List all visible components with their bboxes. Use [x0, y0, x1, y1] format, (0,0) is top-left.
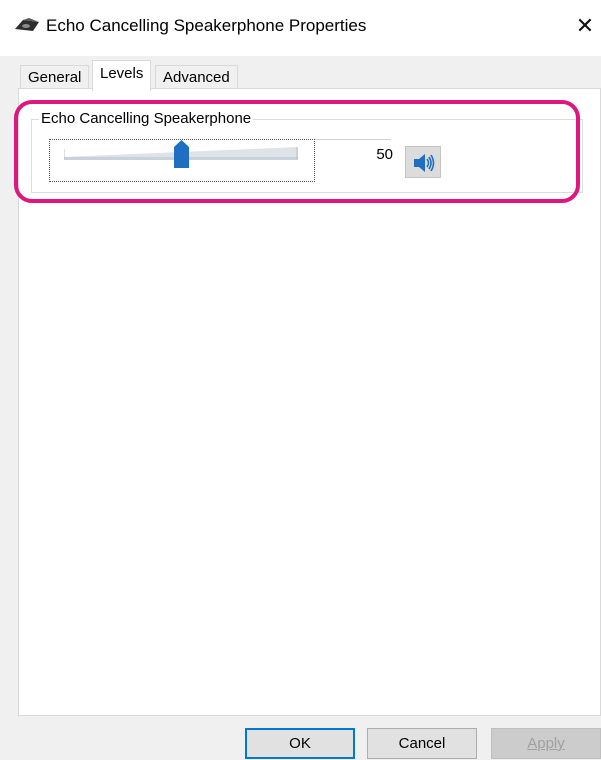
- cancel-button[interactable]: Cancel: [367, 728, 477, 759]
- tab-general[interactable]: General: [20, 65, 90, 90]
- title-bar: Echo Cancelling Speakerphone Properties …: [0, 0, 601, 56]
- apply-label: Apply: [527, 735, 565, 752]
- group-label: Echo Cancelling Speakerphone: [39, 110, 254, 127]
- close-icon: ✕: [575, 13, 595, 38]
- dialog-client: General Levels Advanced Echo Cancelling …: [0, 56, 601, 760]
- window-title: Echo Cancelling Speakerphone Properties: [46, 16, 367, 35]
- tab-levels[interactable]: Levels: [92, 60, 152, 91]
- close-button[interactable]: ✕: [572, 12, 598, 40]
- tab-advanced[interactable]: Advanced: [155, 65, 238, 90]
- speakerphone-icon: [15, 18, 39, 31]
- speaker-volume-icon: [414, 154, 435, 172]
- volume-slider-thumb[interactable]: [174, 140, 189, 168]
- ok-button[interactable]: OK: [245, 728, 355, 759]
- divider: [315, 139, 391, 140]
- volume-value: 50: [376, 146, 393, 163]
- levels-panel: Echo Cancelling Speakerphone 50: [18, 88, 601, 716]
- mute-toggle-button[interactable]: [405, 146, 441, 178]
- apply-button[interactable]: Apply: [491, 728, 601, 759]
